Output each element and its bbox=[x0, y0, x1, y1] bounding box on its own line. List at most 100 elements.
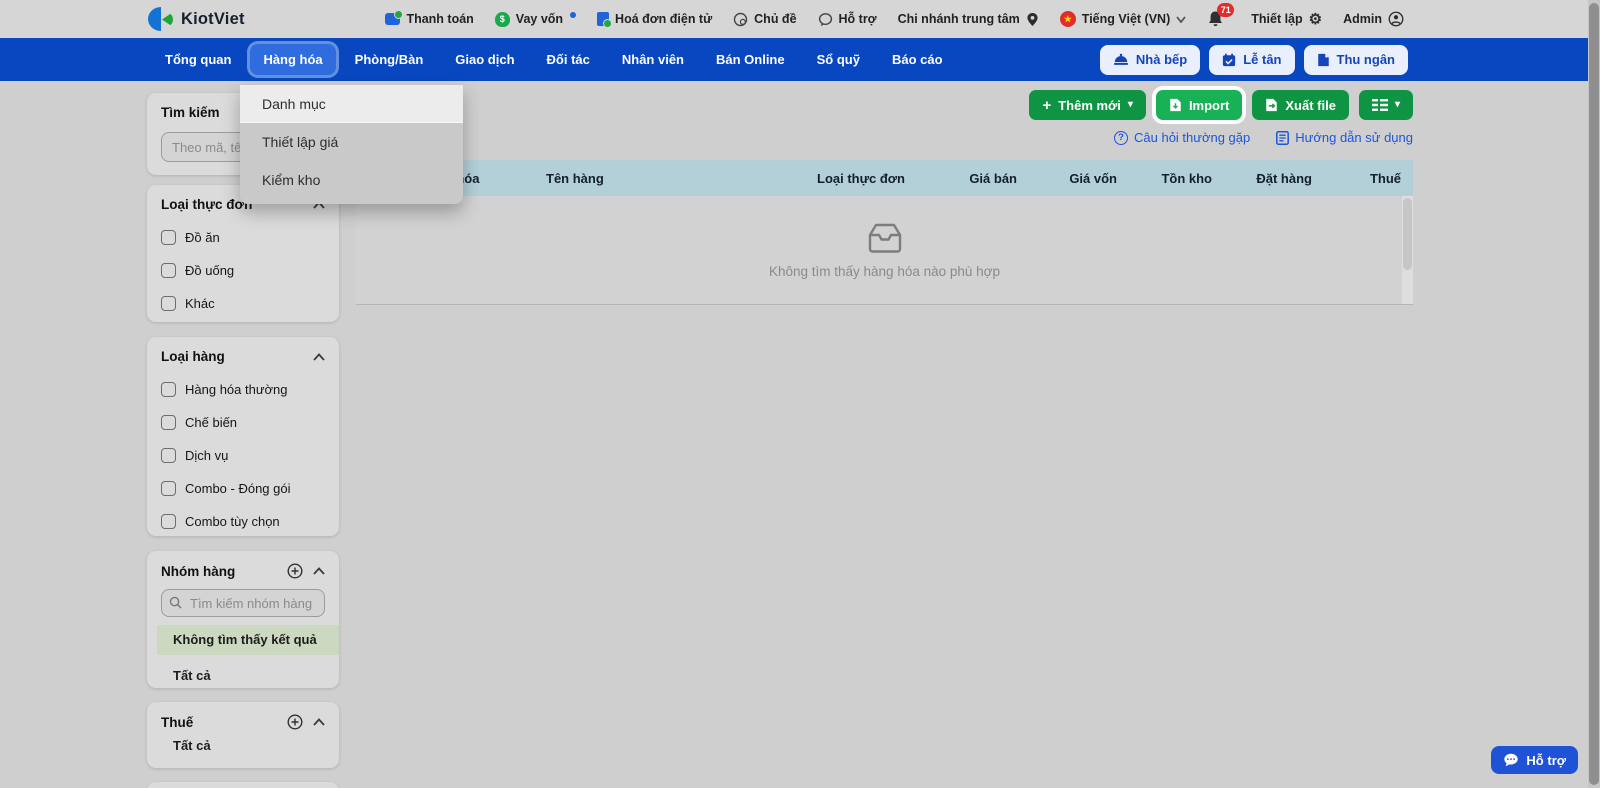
columns-button[interactable]: ▾ bbox=[1358, 90, 1413, 120]
do-uong-label: Đồ uống bbox=[185, 263, 235, 278]
top-header-bar: KiotViet Thanh toán $ Vay vốn Hoá đơn đi… bbox=[0, 0, 1588, 38]
reception-button[interactable]: Lễ tân bbox=[1209, 44, 1295, 75]
group-all-item[interactable]: Tất cả bbox=[161, 668, 325, 683]
tab-ban-online[interactable]: Bán Online bbox=[703, 44, 798, 75]
group-no-result-item: Không tìm thấy kết quả bbox=[157, 625, 339, 655]
help-link[interactable]: Hỗ trợ bbox=[818, 12, 877, 27]
faq-link[interactable]: ? Câu hỏi thường gặp bbox=[1114, 129, 1250, 146]
menu-item-kiem-kho[interactable]: Kiểm kho bbox=[240, 161, 463, 199]
product-type-collapse-button[interactable] bbox=[313, 352, 325, 361]
tax-collapse-button[interactable] bbox=[313, 718, 325, 726]
do-uong-checkbox[interactable] bbox=[161, 263, 176, 278]
export-file-button[interactable]: Xuất file bbox=[1252, 90, 1349, 120]
filter-option-do-an[interactable]: Đồ ăn bbox=[161, 230, 325, 245]
branch-selector[interactable]: Chi nhánh trung tâm bbox=[898, 12, 1039, 27]
menu-item-thiet-lap-gia[interactable]: Thiết lập giá bbox=[240, 123, 463, 161]
payment-label: Thanh toán bbox=[406, 12, 474, 26]
einvoice-icon bbox=[597, 12, 613, 28]
menu-type-card: Loại thực đơn Đồ ăn Đồ uống Khác bbox=[147, 185, 339, 322]
kitchen-button[interactable]: Nhà bếp bbox=[1099, 44, 1201, 75]
add-tax-button[interactable] bbox=[287, 714, 303, 730]
filter-option-che-bien[interactable]: Chế biến bbox=[161, 415, 325, 430]
hang-hoa-dropdown-menu: Danh mục Thiết lập giá Kiểm kho bbox=[240, 85, 463, 204]
location-pin-icon bbox=[1027, 12, 1038, 26]
group-search-input[interactable] bbox=[161, 589, 325, 617]
payment-link[interactable]: Thanh toán bbox=[385, 10, 474, 26]
import-file-icon bbox=[1170, 98, 1181, 112]
calendar-check-icon bbox=[1223, 52, 1236, 66]
tax-card: Thuế Tất cả bbox=[147, 702, 339, 768]
filter-option-khac[interactable]: Khác bbox=[161, 296, 325, 311]
combo-tuy-chon-checkbox[interactable] bbox=[161, 514, 176, 529]
product-group-card: Nhóm hàng Không tìm thấy kết quả T bbox=[147, 551, 339, 688]
settings-button[interactable]: Thiết lập ⚙ bbox=[1251, 12, 1322, 27]
column-ten-hang[interactable]: Tên hàng bbox=[536, 171, 796, 186]
user-guide-label: Hướng dẫn sử dụng bbox=[1295, 130, 1413, 145]
import-button[interactable]: Import bbox=[1155, 90, 1243, 120]
support-chat-button[interactable]: Hỗ trợ bbox=[1491, 746, 1578, 774]
plus-icon: + bbox=[1042, 96, 1052, 114]
page-scrollbar[interactable] bbox=[1588, 0, 1600, 788]
hang-hoa-thuong-checkbox[interactable] bbox=[161, 382, 176, 397]
add-new-button[interactable]: + Thêm mới ▾ bbox=[1029, 90, 1146, 120]
guide-doc-icon bbox=[1276, 130, 1290, 145]
tab-giao-dich[interactable]: Giao dịch bbox=[442, 44, 527, 75]
kiotviet-logo[interactable]: KiotViet bbox=[148, 6, 245, 32]
dich-vu-checkbox[interactable] bbox=[161, 448, 176, 463]
branch-label: Chi nhánh trung tâm bbox=[897, 12, 1020, 26]
column-thue[interactable]: Thuế bbox=[1316, 171, 1413, 186]
column-gia-von[interactable]: Giá vốn bbox=[1021, 171, 1121, 186]
product-table-body: Không tìm thấy hàng hóa nào phù hợp bbox=[356, 196, 1413, 305]
do-an-checkbox[interactable] bbox=[161, 230, 176, 245]
tab-hang-hoa[interactable]: Hàng hóa bbox=[250, 44, 336, 75]
list-columns-icon bbox=[1371, 99, 1388, 111]
filter-option-dich-vu[interactable]: Dịch vụ bbox=[161, 448, 325, 463]
column-loai-thuc-don[interactable]: Loại thực đơn bbox=[796, 171, 926, 186]
tax-all-item[interactable]: Tất cả bbox=[161, 738, 325, 753]
cashier-label: Thu ngân bbox=[1336, 52, 1396, 67]
chat-bubble-icon bbox=[1504, 753, 1519, 767]
filter-option-combo-dong-goi[interactable]: Combo - Đóng gói bbox=[161, 481, 325, 496]
combo-tuy-chon-label: Combo tùy chọn bbox=[185, 514, 280, 529]
tab-phong-ban[interactable]: Phòng/Bàn bbox=[342, 44, 437, 75]
loan-link[interactable]: $ Vay vốn bbox=[494, 11, 577, 27]
user-menu[interactable]: Admin bbox=[1343, 11, 1404, 27]
menu-item-danh-muc[interactable]: Danh mục bbox=[240, 85, 463, 123]
dich-vu-label: Dịch vụ bbox=[185, 448, 229, 463]
column-dat-hang[interactable]: Đặt hàng bbox=[1216, 171, 1316, 186]
einvoice-link[interactable]: Hoá đơn điện tử bbox=[597, 12, 712, 28]
khac-label: Khác bbox=[185, 296, 215, 311]
khac-checkbox[interactable] bbox=[161, 296, 176, 311]
tab-so-quy[interactable]: Sổ quỹ bbox=[804, 44, 873, 75]
column-ton-kho[interactable]: Tồn kho bbox=[1121, 171, 1216, 186]
question-circle-icon: ? bbox=[1114, 130, 1128, 145]
table-scrollbar[interactable] bbox=[1402, 196, 1413, 304]
tab-bao-cao[interactable]: Báo cáo bbox=[879, 44, 956, 75]
tab-doi-tac[interactable]: Đối tác bbox=[534, 44, 603, 75]
tab-nhan-vien[interactable]: Nhân viên bbox=[609, 44, 697, 75]
filter-option-combo-tuy-chon[interactable]: Combo tùy chọn bbox=[161, 514, 325, 529]
kiotviet-logo-icon bbox=[148, 6, 174, 32]
filter-option-do-uong[interactable]: Đồ uống bbox=[161, 263, 325, 278]
tab-tong-quan[interactable]: Tổng quan bbox=[152, 44, 244, 75]
che-bien-checkbox[interactable] bbox=[161, 415, 176, 430]
plus-circle-icon bbox=[287, 563, 303, 579]
chevron-up-icon bbox=[313, 352, 325, 361]
product-group-collapse-button[interactable] bbox=[313, 567, 325, 575]
filter-option-hang-hoa-thuong[interactable]: Hàng hóa thường bbox=[161, 382, 325, 397]
product-table-header: Mã hàng hóa Tên hàng Loại thực đơn Giá b… bbox=[356, 160, 1413, 196]
combo-dong-goi-label: Combo - Đóng gói bbox=[185, 481, 291, 496]
cashier-button[interactable]: Thu ngân bbox=[1303, 44, 1408, 75]
column-gia-ban[interactable]: Giá bán bbox=[926, 171, 1021, 186]
search-icon bbox=[169, 596, 182, 609]
notifications-button[interactable]: 71 bbox=[1207, 3, 1235, 28]
language-selector[interactable]: ★ Tiếng Việt (VN) bbox=[1059, 11, 1186, 27]
import-label: Import bbox=[1188, 97, 1230, 113]
combo-dong-goi-checkbox[interactable] bbox=[161, 481, 176, 496]
theme-link[interactable]: Chủ đề bbox=[733, 12, 797, 27]
user-guide-link[interactable]: Hướng dẫn sử dụng bbox=[1276, 129, 1413, 146]
kitchen-label: Nhà bếp bbox=[1135, 52, 1188, 67]
cloche-icon bbox=[1113, 53, 1129, 65]
add-group-button[interactable] bbox=[287, 563, 303, 579]
product-group-title: Nhóm hàng bbox=[161, 563, 236, 579]
